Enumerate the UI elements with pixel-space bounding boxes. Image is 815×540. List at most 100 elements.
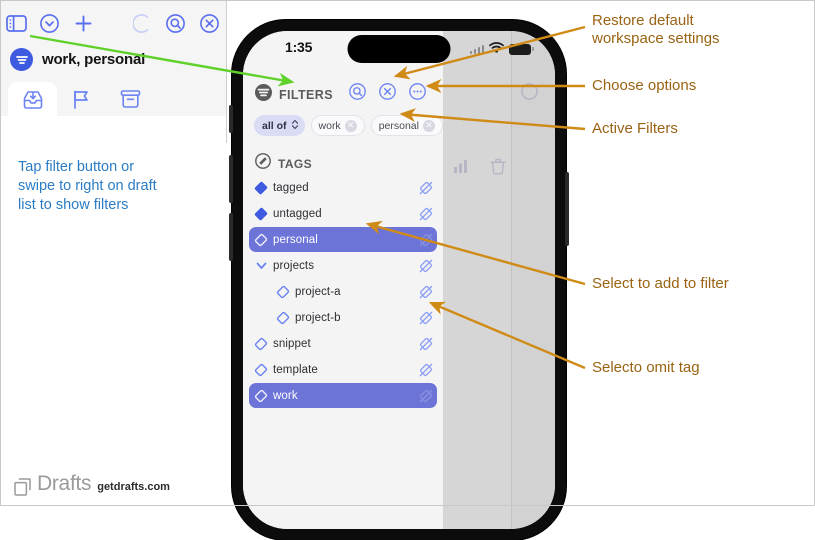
filters-label: FILTERS bbox=[279, 88, 333, 102]
chip-all-of[interactable]: all of bbox=[254, 115, 305, 136]
tag-slash-icon[interactable] bbox=[419, 259, 433, 273]
tag-row-project-b[interactable]: project-b bbox=[249, 305, 437, 330]
tag-solid-icon bbox=[249, 181, 273, 195]
pane-divider bbox=[511, 31, 512, 529]
filters-actions bbox=[349, 83, 426, 100]
tag-slash-icon[interactable] bbox=[419, 181, 433, 195]
tag-label: project-b bbox=[295, 311, 341, 324]
annotation-choose-options: Choose options bbox=[592, 77, 697, 94]
brand-url: getdrafts.com bbox=[97, 481, 170, 493]
tag-outline-icon bbox=[249, 233, 273, 247]
background-toolbar bbox=[521, 83, 555, 105]
tag-slash-icon[interactable] bbox=[419, 311, 433, 325]
wifi-icon bbox=[489, 40, 504, 58]
tags-label: TAGS bbox=[278, 156, 313, 171]
tag-slash-icon[interactable] bbox=[419, 337, 433, 351]
brand-name: Drafts bbox=[37, 472, 92, 495]
left-panel-toolbar bbox=[0, 0, 226, 46]
background-toolbar-secondary bbox=[453, 158, 506, 180]
ellipsis-circle-icon[interactable] bbox=[409, 83, 426, 100]
tag-outline-icon bbox=[249, 337, 273, 351]
tag-row-snippet[interactable]: snippet bbox=[249, 331, 437, 356]
workspace-title-row[interactable]: work, personal bbox=[10, 48, 145, 71]
tag-label: snippet bbox=[273, 337, 311, 350]
silent-switch[interactable] bbox=[229, 105, 233, 133]
iphone-mockup: 1:35 FILTERS all of work ✕ personal ✕ TA… bbox=[229, 20, 569, 540]
tag-slash-icon[interactable] bbox=[419, 389, 433, 403]
phone-screen: 1:35 FILTERS all of work ✕ personal ✕ TA… bbox=[243, 31, 555, 529]
status-time: 1:35 bbox=[285, 39, 313, 55]
tag-row-untagged[interactable]: untagged bbox=[249, 201, 437, 226]
tag-label: work bbox=[273, 389, 298, 402]
status-indicators bbox=[469, 40, 534, 58]
annotation-restore-default: Restore default workspace settings bbox=[592, 12, 720, 47]
volume-down-button[interactable] bbox=[229, 213, 233, 261]
tag-row-tagged[interactable]: tagged bbox=[249, 175, 437, 200]
footer-branding: Drafts getdrafts.com bbox=[14, 472, 170, 496]
signal-bars-icon bbox=[469, 44, 484, 54]
toolbar-gap bbox=[100, 0, 126, 46]
tag-label: projects bbox=[273, 259, 315, 272]
tag-outline-icon bbox=[271, 311, 295, 325]
battery-icon bbox=[509, 43, 534, 55]
sidebar-toggle-icon[interactable] bbox=[0, 0, 33, 46]
tab-content-strip bbox=[0, 116, 226, 143]
close-circle-icon[interactable] bbox=[379, 83, 396, 100]
status-bar: 1:35 bbox=[243, 31, 555, 67]
search-circle-icon[interactable] bbox=[159, 0, 192, 46]
power-button[interactable] bbox=[565, 172, 569, 246]
filters-header: FILTERS bbox=[255, 84, 333, 106]
tag-row-personal[interactable]: personal bbox=[249, 227, 437, 252]
chip-personal[interactable]: personal ✕ bbox=[370, 115, 443, 136]
tag-row-project-a[interactable]: project-a bbox=[249, 279, 437, 304]
tag-label: personal bbox=[273, 233, 318, 246]
tag-slash-icon[interactable] bbox=[419, 207, 433, 221]
dynamic-island bbox=[347, 35, 451, 63]
search-circle-icon[interactable] bbox=[349, 83, 366, 100]
tag-slash-icon[interactable] bbox=[419, 363, 433, 377]
close-circle-icon[interactable] bbox=[193, 0, 226, 46]
trash-icon bbox=[490, 158, 506, 180]
left-inset-panel: work, personal bbox=[0, 0, 227, 143]
filter-lines-icon bbox=[10, 48, 33, 71]
tag-slash-icon[interactable] bbox=[419, 285, 433, 299]
chip-label: work bbox=[318, 119, 341, 132]
tag-list: tagged untagged personal projects projec… bbox=[249, 175, 437, 409]
tag-outline-icon bbox=[271, 285, 295, 299]
tag-outline-icon bbox=[249, 389, 273, 403]
tag-slash-icon[interactable] bbox=[419, 233, 433, 247]
annotation-select-omit: Selecto omit tag bbox=[592, 359, 700, 376]
tag-label: untagged bbox=[273, 207, 322, 220]
tag-label: tagged bbox=[273, 181, 309, 194]
chip-remove-icon[interactable]: ✕ bbox=[344, 119, 357, 132]
chevron-down-icon[interactable] bbox=[249, 259, 273, 272]
tag-row-template[interactable]: template bbox=[249, 357, 437, 382]
tag-row-work[interactable]: work bbox=[249, 383, 437, 408]
active-filter-chips: all of work ✕ personal ✕ bbox=[254, 115, 443, 136]
tag-row-projects[interactable]: projects bbox=[249, 253, 437, 278]
chip-label: personal bbox=[378, 119, 419, 132]
chip-work[interactable]: work ✕ bbox=[310, 115, 365, 136]
plus-icon[interactable] bbox=[67, 0, 100, 46]
tags-header: TAGS bbox=[255, 153, 312, 174]
chevron-down-circle-icon[interactable] bbox=[33, 0, 66, 46]
background-pane-right bbox=[511, 31, 555, 529]
filter-lines-icon bbox=[255, 84, 272, 106]
loading-spinner-icon bbox=[126, 0, 159, 46]
chart-bars-icon bbox=[453, 159, 468, 179]
tab-archive[interactable] bbox=[106, 82, 155, 116]
volume-up-button[interactable] bbox=[229, 155, 233, 203]
tag-solid-icon bbox=[249, 207, 273, 221]
annotation-active-filters: Active Filters bbox=[592, 120, 678, 137]
annotation-blue-note: Tap filter button or swipe to right on d… bbox=[18, 159, 157, 213]
tag-label: template bbox=[273, 363, 318, 376]
chip-remove-icon[interactable]: ✕ bbox=[422, 119, 435, 132]
tab-inbox[interactable] bbox=[8, 82, 57, 116]
drafts-logo-icon bbox=[14, 478, 31, 496]
workspace-title: work, personal bbox=[42, 51, 146, 68]
annotation-select-add: Select to add to filter bbox=[592, 275, 729, 292]
circle-icon bbox=[521, 83, 538, 105]
chevron-updown-icon bbox=[291, 119, 299, 133]
tab-flagged[interactable] bbox=[57, 82, 106, 116]
tag-outline-icon bbox=[249, 363, 273, 377]
